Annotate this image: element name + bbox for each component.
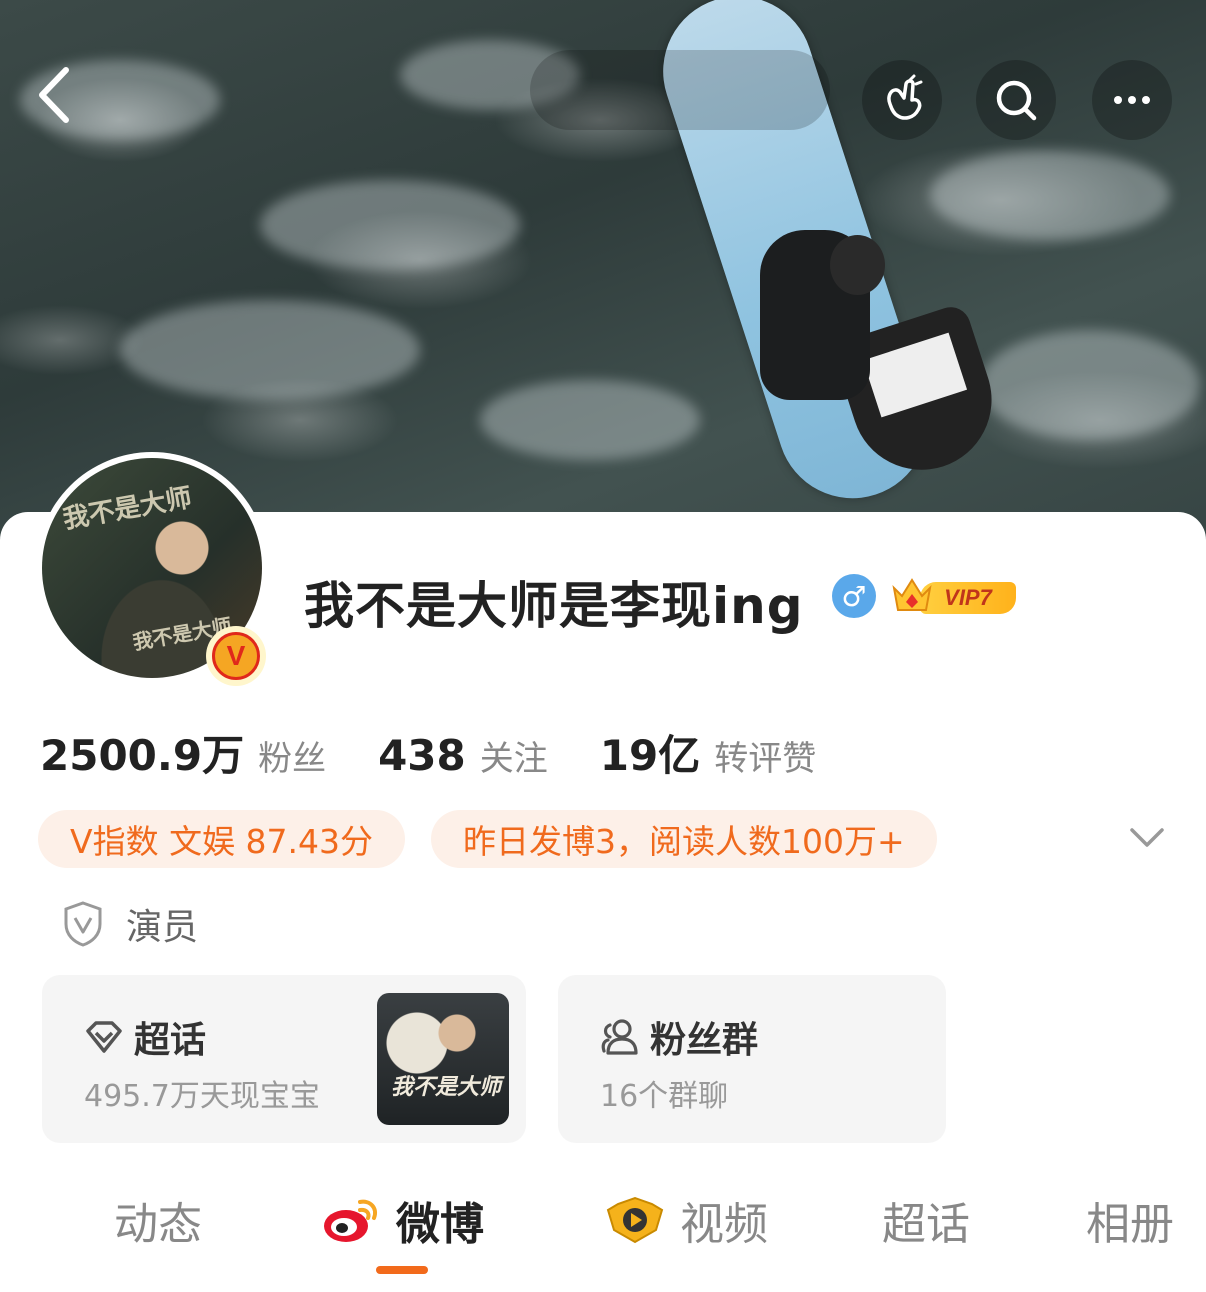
- title-pill: [530, 50, 830, 130]
- tab-supertopic[interactable]: 超话: [882, 1180, 970, 1260]
- v-index-tag[interactable]: V指数 文娱 87.43分: [38, 810, 406, 868]
- stats-row: 2500.9万 粉丝 438 关注 19亿 转评赞: [40, 722, 868, 780]
- fan-group-card[interactable]: 粉丝群 16个群聊: [558, 975, 946, 1143]
- back-arrow-icon: [39, 67, 69, 123]
- stat-followers[interactable]: 2500.9万 粉丝: [40, 722, 326, 783]
- info-tags: V指数 文娱 87.43分 昨日发博3，阅读人数100万+: [38, 810, 963, 868]
- profile-tabs: 动态 微博 视频 超话 相册: [0, 1180, 1206, 1260]
- more-dots-icon: [1114, 96, 1150, 104]
- video-badge-icon: [606, 1196, 664, 1244]
- supertopic-subtitle: 495.7万天现宝宝: [84, 1079, 320, 1114]
- supertopic-poster: 我不是大师: [377, 993, 509, 1125]
- verification-info: 演员: [62, 898, 198, 950]
- posting-stats-tag[interactable]: 昨日发博3，阅读人数100万+: [431, 810, 937, 868]
- back-button[interactable]: [30, 60, 90, 130]
- verification-label: 演员: [126, 907, 199, 948]
- crown-icon: [892, 578, 932, 611]
- tab-dynamic[interactable]: 动态: [114, 1180, 202, 1260]
- search-icon: [996, 80, 1037, 121]
- finger-heart-button[interactable]: [862, 60, 942, 140]
- vip-badge[interactable]: VIP7: [890, 572, 1020, 618]
- finger-heart-icon: [887, 74, 923, 120]
- weibo-logo-icon: [324, 1199, 377, 1242]
- supertopic-title: 超话: [134, 1020, 207, 1061]
- verified-badge: V: [206, 626, 266, 686]
- fan-group-title: 粉丝群: [650, 1020, 759, 1061]
- stat-interactions[interactable]: 19亿 转评赞: [600, 722, 816, 783]
- active-tab-indicator: [376, 1266, 428, 1274]
- search-button[interactable]: [976, 60, 1056, 140]
- shield-v-icon: [64, 901, 102, 947]
- diamond-icon: [86, 1021, 122, 1053]
- tab-video[interactable]: 视频: [604, 1180, 768, 1260]
- stat-following[interactable]: 438 关注: [378, 731, 548, 780]
- top-nav-bar: [0, 40, 1206, 150]
- supertopic-card[interactable]: 超话 495.7万天现宝宝 我不是大师: [42, 975, 526, 1143]
- more-button[interactable]: [1092, 60, 1172, 140]
- chevron-down-icon[interactable]: [1122, 818, 1172, 858]
- tab-weibo[interactable]: 微博: [320, 1180, 484, 1260]
- tab-album[interactable]: 相册: [1086, 1180, 1174, 1260]
- profile-name: 我不是大师是李现ing: [304, 577, 804, 635]
- group-people-icon: [601, 1019, 638, 1055]
- gender-male-icon: ♂: [832, 574, 876, 618]
- fan-group-subtitle: 16个群聊: [600, 1079, 729, 1114]
